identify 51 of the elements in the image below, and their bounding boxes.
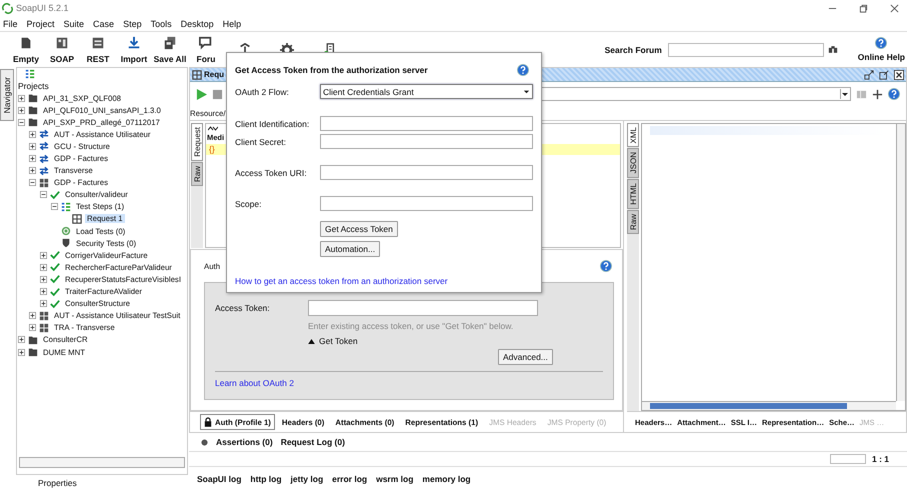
- menu-item[interactable]: Step: [123, 18, 142, 28]
- search-label: Search Forum: [604, 44, 662, 54]
- window-title: SoapUI 5.2.1: [16, 3, 69, 13]
- field-label: Client Secret:: [235, 136, 288, 146]
- flow-dropdown[interactable]: Client Credentials Grant: [320, 84, 533, 99]
- field-label: Access Token:: [215, 303, 271, 313]
- editor-tab[interactable]: HTML: [627, 178, 639, 209]
- log-tab[interactable]: wsrm log: [376, 474, 414, 484]
- field-label: OAuth 2 Flow:: [235, 86, 290, 96]
- toolbar-button[interactable]: Empty: [8, 36, 44, 64]
- editor-tab[interactable]: Raw: [627, 210, 639, 234]
- toolbar-button[interactable]: Import: [116, 36, 152, 64]
- toolbar-button[interactable]: Save All: [152, 36, 188, 64]
- menu-item[interactable]: Tools: [150, 18, 172, 28]
- log-tab[interactable]: jetty log: [290, 474, 324, 484]
- field-label: Scope:: [235, 198, 262, 208]
- editor-tab[interactable]: XML: [627, 123, 639, 148]
- code-text: {}: [209, 144, 215, 154]
- editor-tab[interactable]: JSON: [627, 148, 639, 178]
- menu-item[interactable]: File: [3, 18, 18, 28]
- advanced-button[interactable]: Advanced...: [498, 349, 553, 365]
- log-tab[interactable]: error log: [332, 474, 368, 484]
- menu-item[interactable]: Help: [222, 18, 242, 28]
- dialog-title: Get Access Token from the authorization server: [235, 65, 428, 75]
- get-token-toggle[interactable]: Get Token: [308, 336, 358, 346]
- hint-text: Enter existing access token, or use "Get Token" below.: [308, 321, 514, 331]
- log-tab[interactable]: SoapUI log: [197, 474, 242, 484]
- log-tab[interactable]: http log: [250, 474, 282, 484]
- panel-title: Requ: [204, 70, 224, 79]
- properties-label[interactable]: Properties: [16, 475, 188, 491]
- menu-item[interactable]: Suite: [64, 18, 84, 28]
- dialog-button[interactable]: Get Access Token: [320, 221, 398, 237]
- cursor-position: 1 : 1: [872, 454, 889, 464]
- toolbar-button[interactable]: Foru: [188, 36, 224, 64]
- menu-item[interactable]: Project: [26, 18, 55, 28]
- dialog-button[interactable]: Automation...: [320, 241, 380, 257]
- help-link[interactable]: How to get an access token from an authorization server: [235, 276, 533, 286]
- online-help-link[interactable]: Online Help: [858, 52, 905, 62]
- menu-item[interactable]: Case: [93, 18, 114, 28]
- tab[interactable]: Request Log (0): [280, 437, 345, 447]
- field-label: Client Identification:: [235, 118, 310, 128]
- tab[interactable]: Assertions (0): [216, 437, 273, 447]
- tree-root[interactable]: Projects: [18, 80, 187, 92]
- toolbar-button[interactable]: SOAP: [44, 36, 80, 64]
- field-label: Access Token URI:: [235, 168, 308, 178]
- learn-link[interactable]: Learn about OAuth 2: [215, 378, 603, 388]
- log-tab[interactable]: memory log: [422, 474, 471, 484]
- editor-tab[interactable]: Request: [191, 123, 203, 161]
- editor-tab[interactable]: Raw: [191, 162, 203, 186]
- toolbar-button[interactable]: REST: [80, 36, 116, 64]
- menu-item[interactable]: Desktop: [180, 18, 214, 28]
